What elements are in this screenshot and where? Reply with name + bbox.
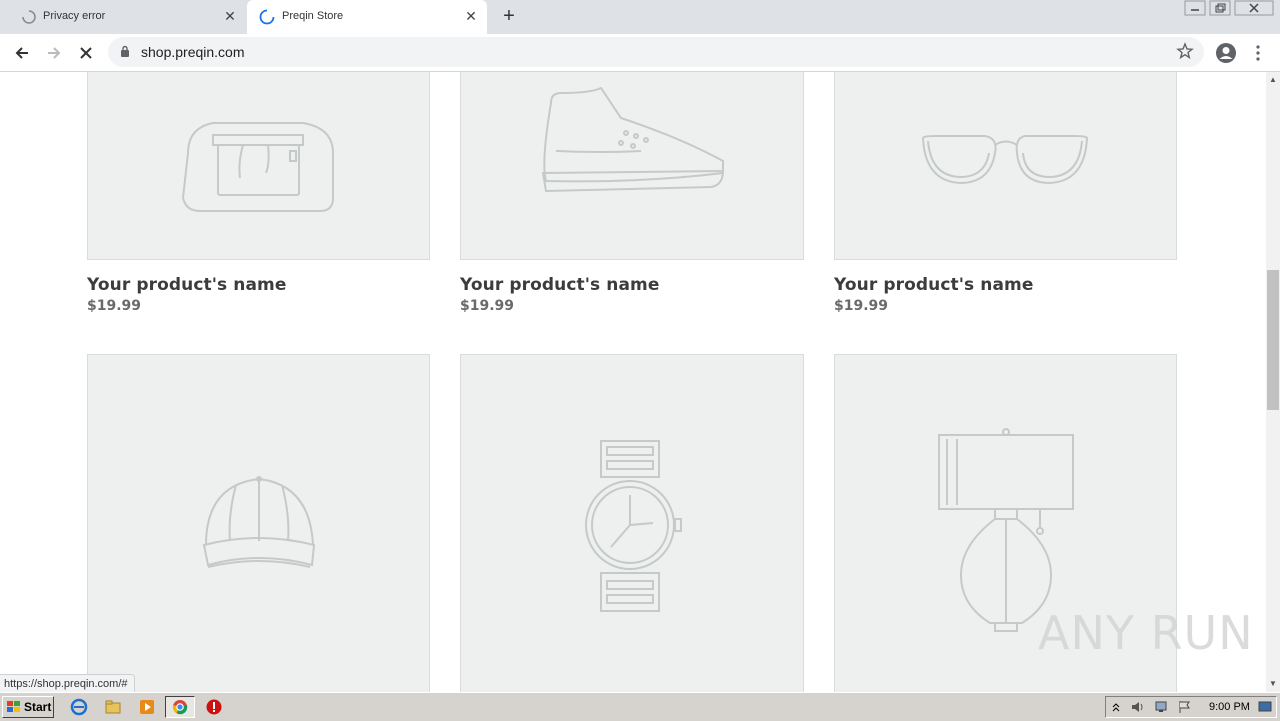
- product-image-watch[interactable]: [460, 354, 804, 692]
- watch-icon: [585, 440, 682, 612]
- product-price: $19.99: [834, 298, 889, 314]
- internet-explorer-icon[interactable]: [70, 698, 88, 716]
- profile-button[interactable]: [1214, 41, 1238, 65]
- address-text: shop.preqin.com: [141, 44, 245, 60]
- media-player-icon[interactable]: [138, 698, 156, 716]
- product-image-glasses[interactable]: [834, 72, 1177, 260]
- network-icon[interactable]: [1154, 700, 1170, 714]
- account-icon: [1216, 43, 1236, 63]
- loading-spinner-icon: [22, 10, 36, 24]
- back-button[interactable]: [10, 41, 34, 65]
- tab-strip: Privacy error ✕ Preqin Store ✕ +: [0, 0, 1280, 34]
- glasses-icon: [921, 135, 1089, 185]
- taskbar-chrome-button[interactable]: [165, 696, 195, 718]
- close-window-icon[interactable]: [1234, 0, 1274, 16]
- product-image-sneaker[interactable]: [460, 72, 804, 260]
- close-icon: [80, 47, 92, 59]
- status-url: https://shop.preqin.com/#: [0, 674, 135, 693]
- volume-icon[interactable]: [1130, 700, 1146, 714]
- lock-icon: [121, 45, 129, 57]
- product-price: $19.99: [460, 298, 515, 314]
- product-name[interactable]: Your product's name: [87, 275, 287, 295]
- chevron-up-icon[interactable]: [1112, 701, 1120, 713]
- product-image-cap[interactable]: [87, 354, 430, 692]
- store-page: Your product's name $19.99 Your product'…: [0, 72, 1266, 692]
- system-tray: [1105, 696, 1277, 718]
- product-name[interactable]: Your product's name: [834, 275, 1034, 295]
- windows-logo-icon: [7, 701, 20, 712]
- chrome-icon: [172, 700, 188, 715]
- tab-preqin-store[interactable]: Preqin Store ✕: [247, 0, 487, 34]
- scrollbar-thumb[interactable]: [1267, 270, 1279, 410]
- start-label: Start: [24, 700, 52, 714]
- product-name[interactable]: Your product's name: [460, 275, 660, 295]
- arrow-left-icon: [15, 47, 28, 59]
- product-image-backpack[interactable]: [87, 72, 430, 260]
- arrow-right-icon: [48, 47, 61, 59]
- tab-privacy-error[interactable]: Privacy error ✕: [0, 0, 246, 34]
- tab-title: Privacy error: [43, 10, 106, 22]
- folder-icon[interactable]: [104, 698, 122, 716]
- cap-icon: [202, 476, 316, 568]
- close-tab-icon[interactable]: ✕: [463, 8, 479, 24]
- sneaker-icon: [541, 86, 725, 193]
- stop-button[interactable]: [74, 41, 98, 65]
- backpack-icon: [181, 122, 334, 212]
- clock: 9:00 PM: [1209, 701, 1250, 713]
- show-desktop-icon[interactable]: [1258, 701, 1272, 713]
- star-icon[interactable]: [1176, 42, 1194, 60]
- tab-title: Preqin Store: [282, 10, 344, 22]
- taskbar: Start 9:00 PM: [0, 692, 1280, 721]
- start-button[interactable]: Start: [2, 696, 54, 718]
- loading-spinner-icon: [259, 9, 275, 25]
- new-tab-button[interactable]: +: [500, 6, 518, 26]
- stop-sign-icon[interactable]: [205, 698, 223, 716]
- close-tab-icon[interactable]: ✕: [222, 8, 238, 24]
- product-price: $19.99: [87, 298, 142, 314]
- address-bar[interactable]: shop.preqin.com: [108, 37, 1204, 67]
- scroll-up-arrow-icon[interactable]: ▲: [1266, 74, 1280, 86]
- restore-icon[interactable]: [1209, 0, 1231, 16]
- browser-toolbar: shop.preqin.com: [0, 34, 1280, 72]
- menu-button[interactable]: [1246, 41, 1270, 65]
- flag-icon[interactable]: [1178, 700, 1192, 714]
- forward-button[interactable]: [42, 41, 66, 65]
- scroll-down-arrow-icon[interactable]: ▼: [1266, 678, 1280, 690]
- watermark: ANY RUN: [1038, 606, 1254, 660]
- minimize-icon[interactable]: [1184, 0, 1206, 16]
- kebab-menu-icon: [1256, 45, 1260, 61]
